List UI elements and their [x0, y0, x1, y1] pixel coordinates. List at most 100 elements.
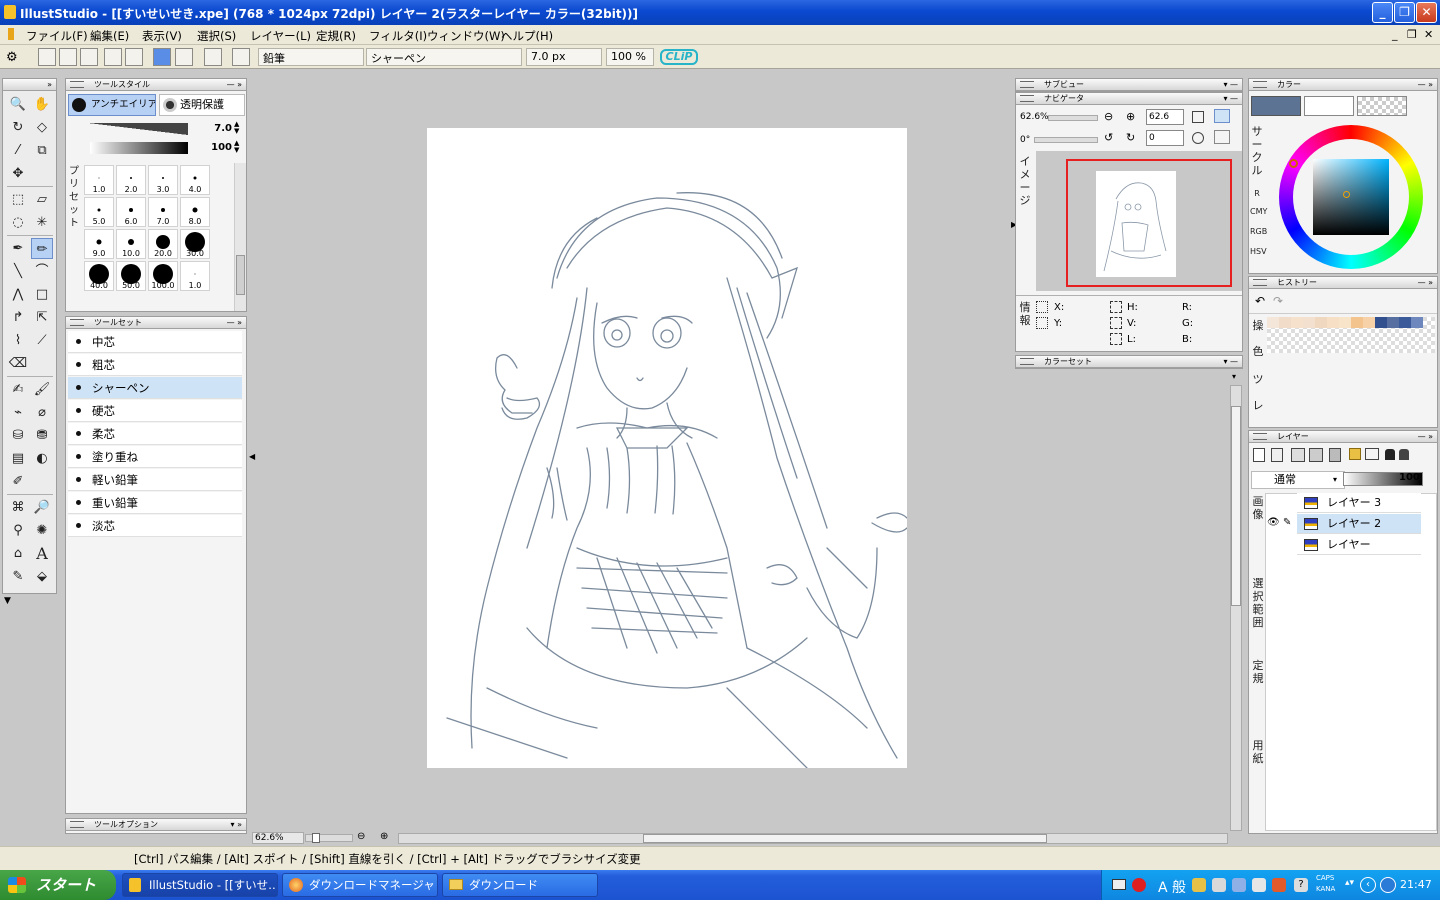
layer-row[interactable]: レイヤー 3 [1297, 493, 1421, 513]
blend-mode-dropdown-icon[interactable]: ▾ [1333, 475, 1337, 484]
subview-header[interactable]: サブビュー ▾ — [1016, 79, 1242, 91]
object-select-icon[interactable]: ⇱ [31, 307, 53, 328]
layer-row[interactable]: レイヤー 2 [1297, 514, 1421, 534]
tray-icon-5[interactable] [1272, 878, 1286, 892]
watercolor-icon[interactable]: ⌁ [7, 402, 29, 423]
toolbox-expand-icon[interactable]: ▼ [4, 596, 11, 606]
layer-tab-selection[interactable]: 選択範囲 [1251, 577, 1265, 629]
curve-icon[interactable]: ⌒ [31, 261, 53, 282]
perspective-icon[interactable]: ⌂ [7, 543, 29, 564]
brush-preset[interactable]: 100.0 [148, 261, 178, 291]
text-icon[interactable]: A [31, 543, 53, 564]
layer-opacity-value[interactable]: 100 [1399, 472, 1420, 483]
history-tab-operation[interactable]: 操 [1251, 319, 1265, 332]
color-history-area[interactable] [1267, 317, 1435, 353]
tool-set-item[interactable]: 重い鉛筆 [68, 492, 242, 514]
menu-help[interactable]: ヘルプ(H) [501, 28, 553, 44]
brush-preset[interactable]: 1.0 [84, 165, 114, 195]
lock-alpha-icon[interactable] [1399, 449, 1409, 460]
tray-scroll-icon[interactable]: ▴▾ [1345, 878, 1354, 888]
rotate-cw-icon[interactable]: ↻ [1126, 131, 1135, 144]
layer-move-icon[interactable]: ⧉ [31, 140, 53, 161]
menu-edit[interactable]: 編集(E) [90, 28, 129, 44]
preset-scrollbar[interactable] [234, 163, 246, 311]
rotate-right-button[interactable] [125, 48, 143, 66]
rectangle-icon[interactable]: □ [31, 284, 53, 305]
history-tab-layer[interactable]: レ [1251, 399, 1265, 412]
eye-icon[interactable]: 👁 [1267, 517, 1280, 528]
tool-name-field[interactable]: 鉛筆 [258, 48, 364, 66]
vertical-scroll-thumb[interactable] [1231, 406, 1241, 606]
canvas-zoom-slider[interactable] [305, 833, 353, 843]
reset-rotation-button[interactable] [1192, 132, 1204, 144]
lock-icon[interactable] [1385, 449, 1395, 460]
tray-expand-icon[interactable]: ‹ [1360, 877, 1376, 893]
rotate-view-icon[interactable]: ↻ [7, 117, 29, 138]
3d-icon[interactable]: ⬙ [31, 566, 53, 587]
color-header[interactable]: カラー — » [1249, 79, 1437, 91]
nav-angle-field[interactable]: 0 [1146, 130, 1184, 146]
color-history-swatch[interactable] [1267, 317, 1279, 328]
ime-mode[interactable]: A 般 [1158, 877, 1186, 897]
tool-set-header[interactable]: ツールセット — » [66, 317, 246, 329]
protect-alpha-button[interactable]: 透明保護 [159, 94, 245, 116]
tone-zoom-icon[interactable]: 🔎 [31, 497, 53, 518]
mdi-minimize-button[interactable]: _ [1392, 28, 1398, 41]
color-history-swatch[interactable] [1291, 317, 1303, 328]
navigator-view-rect[interactable] [1066, 159, 1232, 287]
tool-set-item[interactable]: 硬芯 [68, 400, 242, 422]
tray-icon-1[interactable] [1192, 878, 1206, 892]
nav-refresh-button[interactable] [1214, 109, 1230, 123]
size-value[interactable]: 7.0 [202, 123, 232, 134]
history-tab-color[interactable]: 色 [1251, 345, 1265, 358]
brush-preset[interactable]: 30.0 [180, 229, 210, 259]
help-tray-icon[interactable]: ? [1294, 878, 1308, 892]
minimize-button[interactable]: _ [1372, 2, 1393, 23]
tool-set-item[interactable]: 塗り重ね [68, 446, 242, 468]
navigator-angle-slider[interactable] [1034, 137, 1098, 143]
close-button[interactable]: ✕ [1416, 2, 1437, 23]
brush-preset[interactable]: 4.0 [180, 165, 210, 195]
copy-layer-icon[interactable] [1291, 448, 1305, 462]
brush-preset[interactable]: 6.0 [116, 197, 146, 227]
layer-tab-ruler[interactable]: 定規 [1251, 659, 1265, 685]
keyboard-icon[interactable] [1112, 879, 1126, 890]
new-vector-layer-icon[interactable] [1271, 448, 1283, 462]
color-history-swatch[interactable] [1279, 317, 1291, 328]
new-layer-icon[interactable] [1253, 448, 1265, 462]
camera-icon[interactable] [204, 48, 222, 66]
pencil-tool-icon[interactable] [232, 48, 250, 66]
menu-view[interactable]: 表示(V) [142, 28, 182, 44]
navigator-zoom-slider[interactable] [1048, 115, 1098, 121]
color-set-header[interactable]: カラーセット ▾ — [1016, 356, 1242, 368]
zoom-in-icon[interactable]: ⊕ [380, 831, 388, 842]
brush-preset[interactable]: 3.0 [148, 165, 178, 195]
tray-icon-2[interactable] [1212, 878, 1226, 892]
tool-set-item[interactable]: シャーペン [68, 377, 242, 399]
transparent-color-swatch[interactable] [1357, 96, 1407, 116]
polyline-icon[interactable]: ⋀ [7, 284, 29, 305]
horizontal-scrollbar[interactable] [398, 833, 1228, 844]
tray-icon-4[interactable] [1252, 878, 1266, 892]
tool-set-item[interactable]: 軽い鉛筆 [68, 469, 242, 491]
zoom-icon[interactable]: 🔍 [7, 94, 29, 115]
rect-select-icon[interactable]: ⬚ [7, 189, 29, 210]
color-tab-rgb[interactable]: RGB [1250, 227, 1267, 236]
brush-preset[interactable]: 9.0 [84, 229, 114, 259]
opacity-field[interactable]: 100 % [606, 48, 654, 66]
brush-size-field[interactable]: 7.0 px [526, 48, 602, 66]
opacity-spinner[interactable]: ▲ ▼ [234, 140, 239, 154]
layer-tab-paper[interactable]: 用紙 [1251, 739, 1265, 765]
nav-zoom-out-icon[interactable]: ⊖ [1104, 110, 1113, 123]
effect-line-icon[interactable]: ✺ [31, 520, 53, 541]
tool-option-header[interactable]: ツールオプション ▾ » [66, 819, 246, 831]
menu-layer[interactable]: レイヤー(L) [250, 28, 311, 44]
size-spinner[interactable]: ▲ ▼ [234, 121, 239, 135]
blend-icon[interactable]: ⌀ [31, 402, 53, 423]
opacity-value[interactable]: 100 [202, 142, 232, 153]
vector-eraser-icon[interactable]: ⌫ [7, 353, 29, 374]
folder-icon[interactable] [1349, 448, 1361, 460]
fill-icon[interactable]: ⛁ [7, 425, 29, 446]
main-color-swatch[interactable] [1251, 96, 1301, 116]
vertical-scrollbar[interactable] [1230, 385, 1242, 831]
